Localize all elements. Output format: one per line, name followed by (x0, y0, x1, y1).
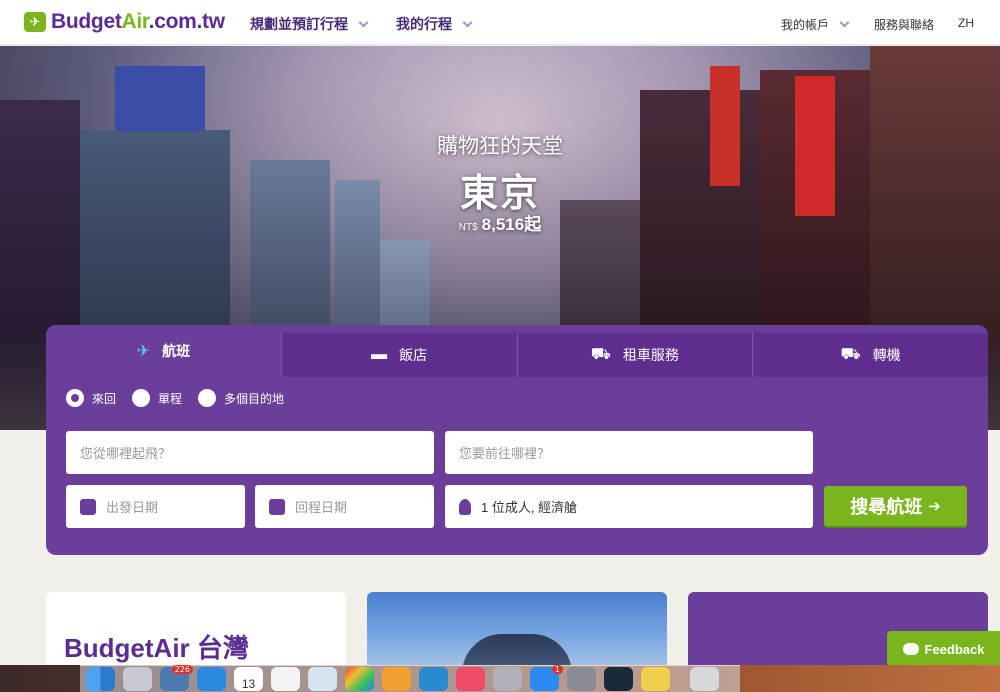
radio-one-way[interactable]: 單程 (132, 389, 182, 407)
preview-icon[interactable] (493, 667, 522, 691)
calendar-day: 13 (241, 677, 256, 691)
depart-date-input[interactable]: 出發日期 (66, 485, 245, 528)
nav-my-account-label: 我的帳戶 (781, 18, 830, 32)
music-icon[interactable] (456, 667, 485, 691)
radio-multi-city[interactable]: 多個目的地 (198, 389, 284, 407)
hero-city[interactable]: 東京 (0, 162, 1000, 217)
billboard (115, 66, 205, 131)
reminders-icon[interactable] (271, 667, 300, 691)
launchpad-icon[interactable] (123, 667, 152, 691)
budgetair-logo[interactable]: ✈ BudgetAir.com.tw (24, 10, 225, 34)
car-icon: ⛟ (590, 346, 611, 363)
passengers-selector[interactable]: 1 位成人, 經濟艙 (445, 485, 813, 528)
arrow-right-icon: ➔ (928, 498, 941, 515)
hero-price: NT$ 8,516起 (0, 210, 1000, 235)
nav-service-label: 服務與聯絡 (874, 18, 935, 32)
nav-my-account[interactable]: 我的帳戶 (781, 16, 850, 33)
radio-button[interactable] (132, 389, 151, 407)
radio-multi-city-label: 多個目的地 (224, 391, 285, 406)
person-icon (459, 498, 471, 515)
depart-date-placeholder: 出發日期 (106, 500, 159, 515)
radio-round-trip-label: 來回 (92, 391, 117, 406)
origin-placeholder: 您從哪裡起飛？ (80, 446, 172, 461)
calendar-depart-icon (80, 498, 96, 515)
tab-transfers-label: 轉機 (872, 347, 901, 363)
tab-hotels-label: 飯店 (399, 347, 428, 363)
search-tabs: ✈ 航班 ▬ 飯店 ⛟ 租車服務 ⛟ 轉機 (46, 325, 988, 377)
hero-subtitle: 購物狂的天堂 (437, 135, 563, 158)
lightroom-icon[interactable] (604, 667, 633, 691)
nav-service-contact[interactable]: 服務與聯絡 (874, 16, 934, 33)
pages-icon[interactable] (382, 667, 411, 691)
radio-button[interactable] (198, 389, 217, 407)
language-label: ZH (958, 16, 974, 30)
plane-logo-icon: ✈ (24, 12, 46, 32)
nav-my-trips[interactable]: 我的行程 (396, 14, 473, 34)
destination-input[interactable]: 您要前往哪裡？ (445, 431, 813, 474)
taxi-icon: ⛟ (840, 346, 861, 363)
macos-dock: 226 13 1 (80, 665, 740, 692)
feedback-button[interactable]: Feedback (887, 631, 1000, 667)
finder-icon[interactable] (86, 667, 115, 691)
calendar-return-icon (269, 498, 285, 515)
tab-transfers[interactable]: ⛟ 轉機 (752, 333, 988, 377)
trip-type-options: 來回 單程 多個目的地 (66, 389, 300, 407)
card-title: BudgetAir 台灣 (64, 633, 249, 663)
bed-icon: ▬ (371, 346, 388, 363)
chevron-down-icon (462, 17, 473, 27)
chevron-down-icon (839, 17, 850, 28)
chat-bubble-icon (902, 643, 919, 655)
search-panel: ✈ 航班 ▬ 飯店 ⛟ 租車服務 ⛟ 轉機 來回 單程 多個目的地 您從哪裡起飛… (46, 325, 988, 555)
radio-button-checked[interactable] (66, 389, 84, 407)
price-currency: NT$ (458, 222, 478, 233)
tab-car-rental-label: 租車服務 (622, 347, 679, 363)
radio-one-way-label: 單程 (158, 391, 183, 406)
mail-icon[interactable]: 226 (160, 665, 193, 691)
return-date-placeholder: 回程日期 (295, 500, 348, 515)
top-navigation: ✈ BudgetAir.com.tw 規劃並預訂行程 我的行程 我的帳戶 服務與… (0, 0, 1000, 45)
chevron-down-icon (358, 17, 369, 27)
destination-placeholder: 您要前往哪裡？ (459, 446, 551, 461)
origin-input[interactable]: 您從哪裡起飛？ (66, 431, 434, 474)
tab-flights-label: 航班 (162, 343, 191, 359)
feedback-label: Feedback (924, 641, 985, 657)
keynote-icon[interactable] (419, 667, 448, 691)
safari-icon[interactable] (197, 667, 226, 691)
tab-hotels[interactable]: ▬ 飯店 (280, 333, 517, 377)
contacts-icon[interactable] (308, 667, 337, 691)
return-date-input[interactable]: 回程日期 (255, 485, 434, 528)
app-store-icon[interactable]: 1 (530, 665, 563, 691)
nav-my-trips-label: 我的行程 (396, 16, 452, 32)
trash-icon[interactable] (690, 667, 719, 691)
mail-badge: 226 (171, 665, 193, 674)
photos-icon[interactable] (345, 667, 374, 691)
plane-icon: ✈ (136, 343, 151, 360)
search-button-label: 搜尋航班 (850, 497, 923, 517)
app-store-badge: 1 (551, 665, 563, 674)
notes-icon[interactable] (641, 667, 670, 691)
price-value: 8,516起 (481, 215, 542, 234)
language-selector[interactable]: ZH (958, 16, 974, 30)
search-flights-button[interactable]: 搜尋航班 ➔ (824, 486, 967, 526)
tab-flights[interactable]: ✈ 航班 (46, 325, 281, 377)
system-preferences-icon[interactable] (567, 667, 596, 691)
nav-plan-book-label: 規劃並預訂行程 (250, 16, 348, 32)
passengers-value: 1 位成人, 經濟艙 (481, 500, 578, 515)
logo-text: BudgetAir.com.tw (51, 10, 225, 33)
tab-car-rental[interactable]: ⛟ 租車服務 (516, 333, 753, 377)
calendar-icon[interactable]: 13 (234, 667, 263, 691)
radio-round-trip[interactable]: 來回 (66, 389, 116, 407)
nav-plan-book[interactable]: 規劃並預訂行程 (250, 14, 369, 34)
